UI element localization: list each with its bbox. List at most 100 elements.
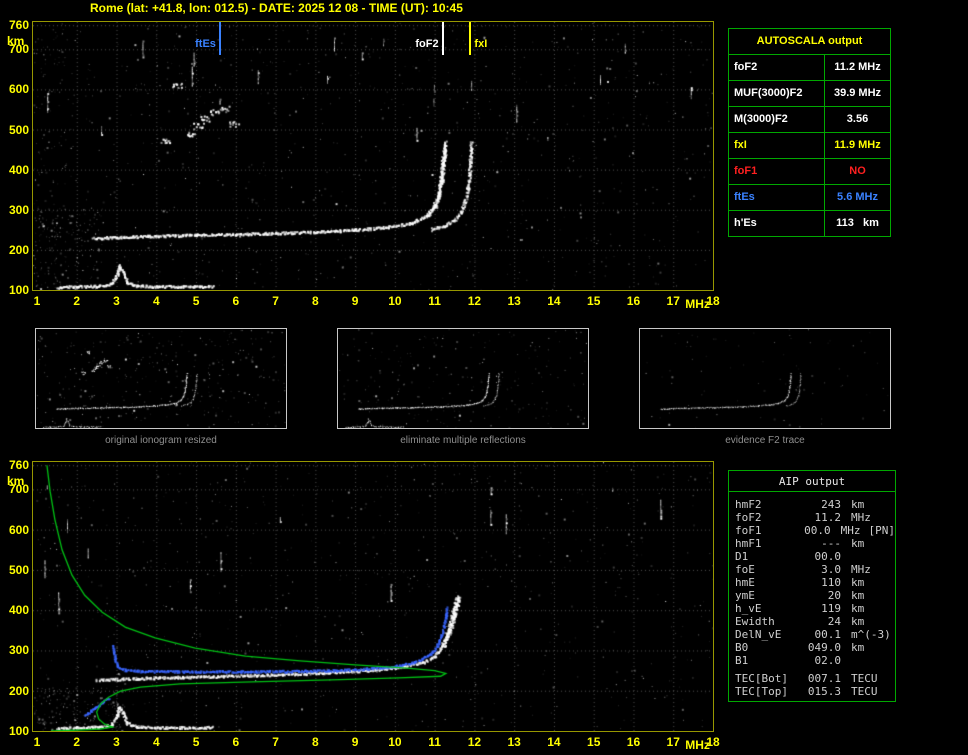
- aip-row-value: 110: [821, 576, 841, 589]
- autoscala-row-value: 113 km: [824, 210, 891, 237]
- y-axis-unit: km: [7, 474, 25, 489]
- y-axis-tick: 600: [8, 522, 29, 537]
- y-axis-tick: 200: [8, 242, 29, 257]
- y-axis-tick: 500: [8, 562, 29, 577]
- autoscala-output-table: AUTOSCALA output foF2 11.2 MHz MUF(3000)F2…: [728, 28, 891, 237]
- aip-row-label: h_vE: [735, 602, 762, 615]
- aip-row: TEC[Top] 015.3 TECU: [729, 685, 895, 698]
- ftEs-marker-line: [218, 22, 221, 55]
- aip-row-label: TEC[Top]: [735, 685, 788, 698]
- aip-row-unit: TECU: [851, 672, 878, 685]
- y-axis-tick: 760: [8, 18, 29, 33]
- y-axis-tick: 300: [8, 202, 29, 217]
- autoscala-row-label: foF1: [728, 158, 825, 185]
- autoscala-output-screen: Rome (lat: +41.8, lon: 012.5) - DATE: 20…: [0, 0, 968, 755]
- foF2-marker-label: foF2: [415, 38, 439, 50]
- aip-row-value: 119: [821, 602, 841, 615]
- y-axis-tick: 400: [8, 603, 29, 618]
- aip-row-unit: km: [851, 641, 865, 654]
- aip-row-value: 243: [821, 498, 841, 511]
- aip-row-value: 00.0: [814, 550, 842, 563]
- aip-row-label: B0: [735, 641, 749, 654]
- aip-row: Ewidth 24 km: [729, 615, 895, 628]
- x-axis-unit: MHz: [685, 738, 710, 752]
- autoscala-row: h'Es 113 km: [728, 210, 891, 237]
- aip-row: foE 3.0 MHz: [729, 563, 895, 576]
- foF2-marker-line: [441, 22, 444, 55]
- autoscala-row: fxI 11.9 MHz: [728, 132, 891, 159]
- autoscala-row: M(3000)F2 3.56: [728, 106, 891, 133]
- aip-row-label: ymE: [735, 589, 755, 602]
- aip-row: hmF2 243 km: [729, 498, 895, 511]
- autoscala-row-value: 39.9 MHz: [824, 80, 891, 107]
- aip-row-label: TEC[Bot]: [735, 672, 788, 685]
- aip-row: TEC[Bot] 007.1 TECU: [729, 672, 895, 685]
- aip-output-panel: AIP output hmF2 243 km foF2 11.2 MHz foF1 00.0 M…: [728, 470, 896, 702]
- aip-row-unit: km: [851, 576, 865, 589]
- x-axis-tick: 7: [272, 294, 279, 308]
- aip-row-label: foE: [735, 563, 755, 576]
- x-axis-tick: 6: [232, 735, 240, 749]
- x-axis-tick: 17: [666, 735, 680, 749]
- aip-row-unit: MHz: [840, 524, 861, 537]
- autoscala-row-value: 11.2 MHz: [824, 54, 891, 81]
- x-axis-tick: 3: [113, 735, 120, 749]
- x-axis-tick: 14: [547, 735, 561, 749]
- thumbnail-original-ionogram: [35, 328, 287, 429]
- top-ionogram-canvas: [32, 21, 714, 291]
- x-axis-tick: 4: [152, 735, 160, 749]
- autoscala-row-label: ftEs: [728, 184, 825, 211]
- x-axis-tick: 8: [312, 735, 319, 749]
- thumbnail-caption: original ionogram resized: [105, 435, 217, 446]
- x-axis-tick: 17: [666, 294, 680, 308]
- x-axis-unit: MHz: [685, 297, 710, 311]
- x-axis-tick: 10: [388, 735, 402, 749]
- aip-row-label: DelN_vE: [735, 628, 782, 641]
- x-axis-tick: 13: [507, 294, 521, 308]
- aip-row-value: ---: [821, 537, 841, 550]
- thumbnail-caption: eliminate multiple reflections: [400, 435, 526, 446]
- x-axis-tick: 13: [507, 735, 521, 749]
- autoscala-row-value: 11.9 MHz: [824, 132, 891, 159]
- aip-row-value: 3.0: [821, 563, 841, 576]
- y-axis-tick: 400: [8, 162, 29, 177]
- aip-row-unit: MHz: [851, 511, 871, 524]
- x-axis-tick: 11: [428, 735, 441, 749]
- x-axis-tick: 2: [73, 735, 81, 749]
- aip-panel-header: AIP output: [729, 471, 895, 492]
- aip-row-extra: [PN]: [868, 524, 896, 537]
- aip-row: B1 02.0: [729, 654, 895, 667]
- autoscala-row-value: 3.56: [824, 106, 891, 133]
- thumbnail-eliminate-multiple-reflections: [337, 328, 589, 429]
- aip-row-unit: km: [851, 537, 865, 550]
- autoscala-row-label: M(3000)F2: [728, 106, 825, 133]
- aip-row-unit: TECU: [851, 685, 878, 698]
- x-axis-tick: 4: [152, 294, 160, 308]
- aip-row-unit: km: [851, 602, 865, 615]
- x-axis-tick: 9: [351, 294, 359, 308]
- aip-row-value: 00.1: [814, 628, 842, 641]
- page-title: Rome (lat: +41.8, lon: 012.5) - DATE: 20…: [90, 1, 463, 15]
- autoscala-row: ftEs 5.6 MHz: [728, 184, 891, 211]
- aip-row-label: hmF1: [735, 537, 762, 550]
- aip-row-label: foF1: [735, 524, 762, 537]
- autoscala-row-value: 5.6 MHz: [824, 184, 891, 211]
- aip-row-value: 049.0: [807, 641, 841, 654]
- fxI-marker-line: [469, 22, 472, 55]
- autoscala-row-label: MUF(3000)F2: [728, 80, 825, 107]
- x-axis-tick: 2: [73, 294, 81, 308]
- aip-row-label: hmE: [735, 576, 755, 589]
- aip-row: h_vE 119 km: [729, 602, 895, 615]
- y-axis-unit: km: [7, 34, 25, 49]
- y-axis-tick: 500: [8, 122, 29, 137]
- aip-row-value: 02.0: [814, 654, 842, 667]
- x-axis-tick: 16: [626, 735, 641, 749]
- aip-row: foF2 11.2 MHz: [729, 511, 895, 524]
- x-axis-tick: 12: [467, 294, 482, 308]
- autoscala-row: foF1 NO: [728, 158, 891, 185]
- x-axis-tick: 6: [232, 294, 240, 308]
- x-axis-tick: 16: [626, 294, 641, 308]
- aip-rows: hmF2 243 km foF2 11.2 MHz foF1 00.0 MHz [PN] hmF1-…: [729, 492, 895, 667]
- aip-row-value: 11.2: [814, 511, 842, 524]
- x-axis-tick: 15: [587, 294, 601, 308]
